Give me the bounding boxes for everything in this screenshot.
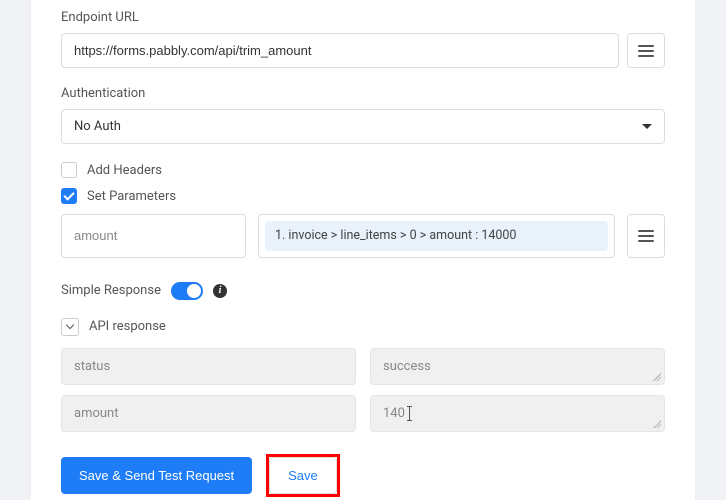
response-key-cell[interactable]: status [61, 348, 356, 385]
authentication-label: Authentication [61, 86, 665, 101]
response-key-cell[interactable]: amount [61, 395, 356, 432]
save-button[interactable]: Save [269, 457, 337, 494]
api-response-header: API response [61, 318, 665, 336]
set-parameters-checkbox[interactable] [61, 188, 77, 204]
endpoint-url-label: Endpoint URL [61, 10, 665, 25]
simple-response-label: Simple Response [61, 283, 161, 298]
add-headers-label: Add Headers [87, 163, 162, 178]
response-value-cell[interactable]: 140 [370, 395, 665, 432]
param-menu-button[interactable] [627, 214, 665, 258]
caret-down-icon [642, 124, 652, 129]
endpoint-url-group: Endpoint URL [61, 10, 665, 68]
api-response-label: API response [89, 319, 166, 334]
form-panel: Endpoint URL Authentication No Auth Add … [30, 0, 696, 500]
hamburger-icon [638, 230, 654, 242]
parameters-row: 1. invoice > line_items > 0 > amount : 1… [61, 214, 665, 258]
info-icon[interactable]: i [213, 284, 227, 298]
authentication-select[interactable]: No Auth [61, 109, 665, 144]
api-response-grid: status success amount 140 [61, 348, 665, 432]
chevron-down-icon [66, 321, 74, 329]
param-key-input[interactable] [61, 214, 246, 258]
simple-response-row: Simple Response i [61, 282, 665, 300]
add-headers-checkbox[interactable] [61, 162, 77, 178]
response-value-cell[interactable]: success [370, 348, 665, 385]
simple-response-toggle[interactable] [171, 282, 203, 300]
param-value-container[interactable]: 1. invoice > line_items > 0 > amount : 1… [258, 214, 615, 258]
param-value-chip[interactable]: 1. invoice > line_items > 0 > amount : 1… [265, 221, 608, 251]
api-response-collapse-button[interactable] [61, 318, 79, 336]
set-parameters-row: Set Parameters [61, 188, 665, 204]
hamburger-icon [638, 45, 654, 57]
endpoint-url-menu-button[interactable] [627, 33, 665, 68]
authentication-value: No Auth [74, 119, 642, 134]
text-cursor-icon [409, 407, 410, 420]
authentication-group: Authentication No Auth [61, 86, 665, 144]
set-parameters-label: Set Parameters [87, 189, 176, 204]
save-send-test-button[interactable]: Save & Send Test Request [61, 457, 252, 494]
button-row: Save & Send Test Request Save [61, 454, 665, 497]
endpoint-url-input[interactable] [61, 33, 619, 68]
save-button-highlight: Save [266, 454, 340, 497]
add-headers-row: Add Headers [61, 162, 665, 178]
